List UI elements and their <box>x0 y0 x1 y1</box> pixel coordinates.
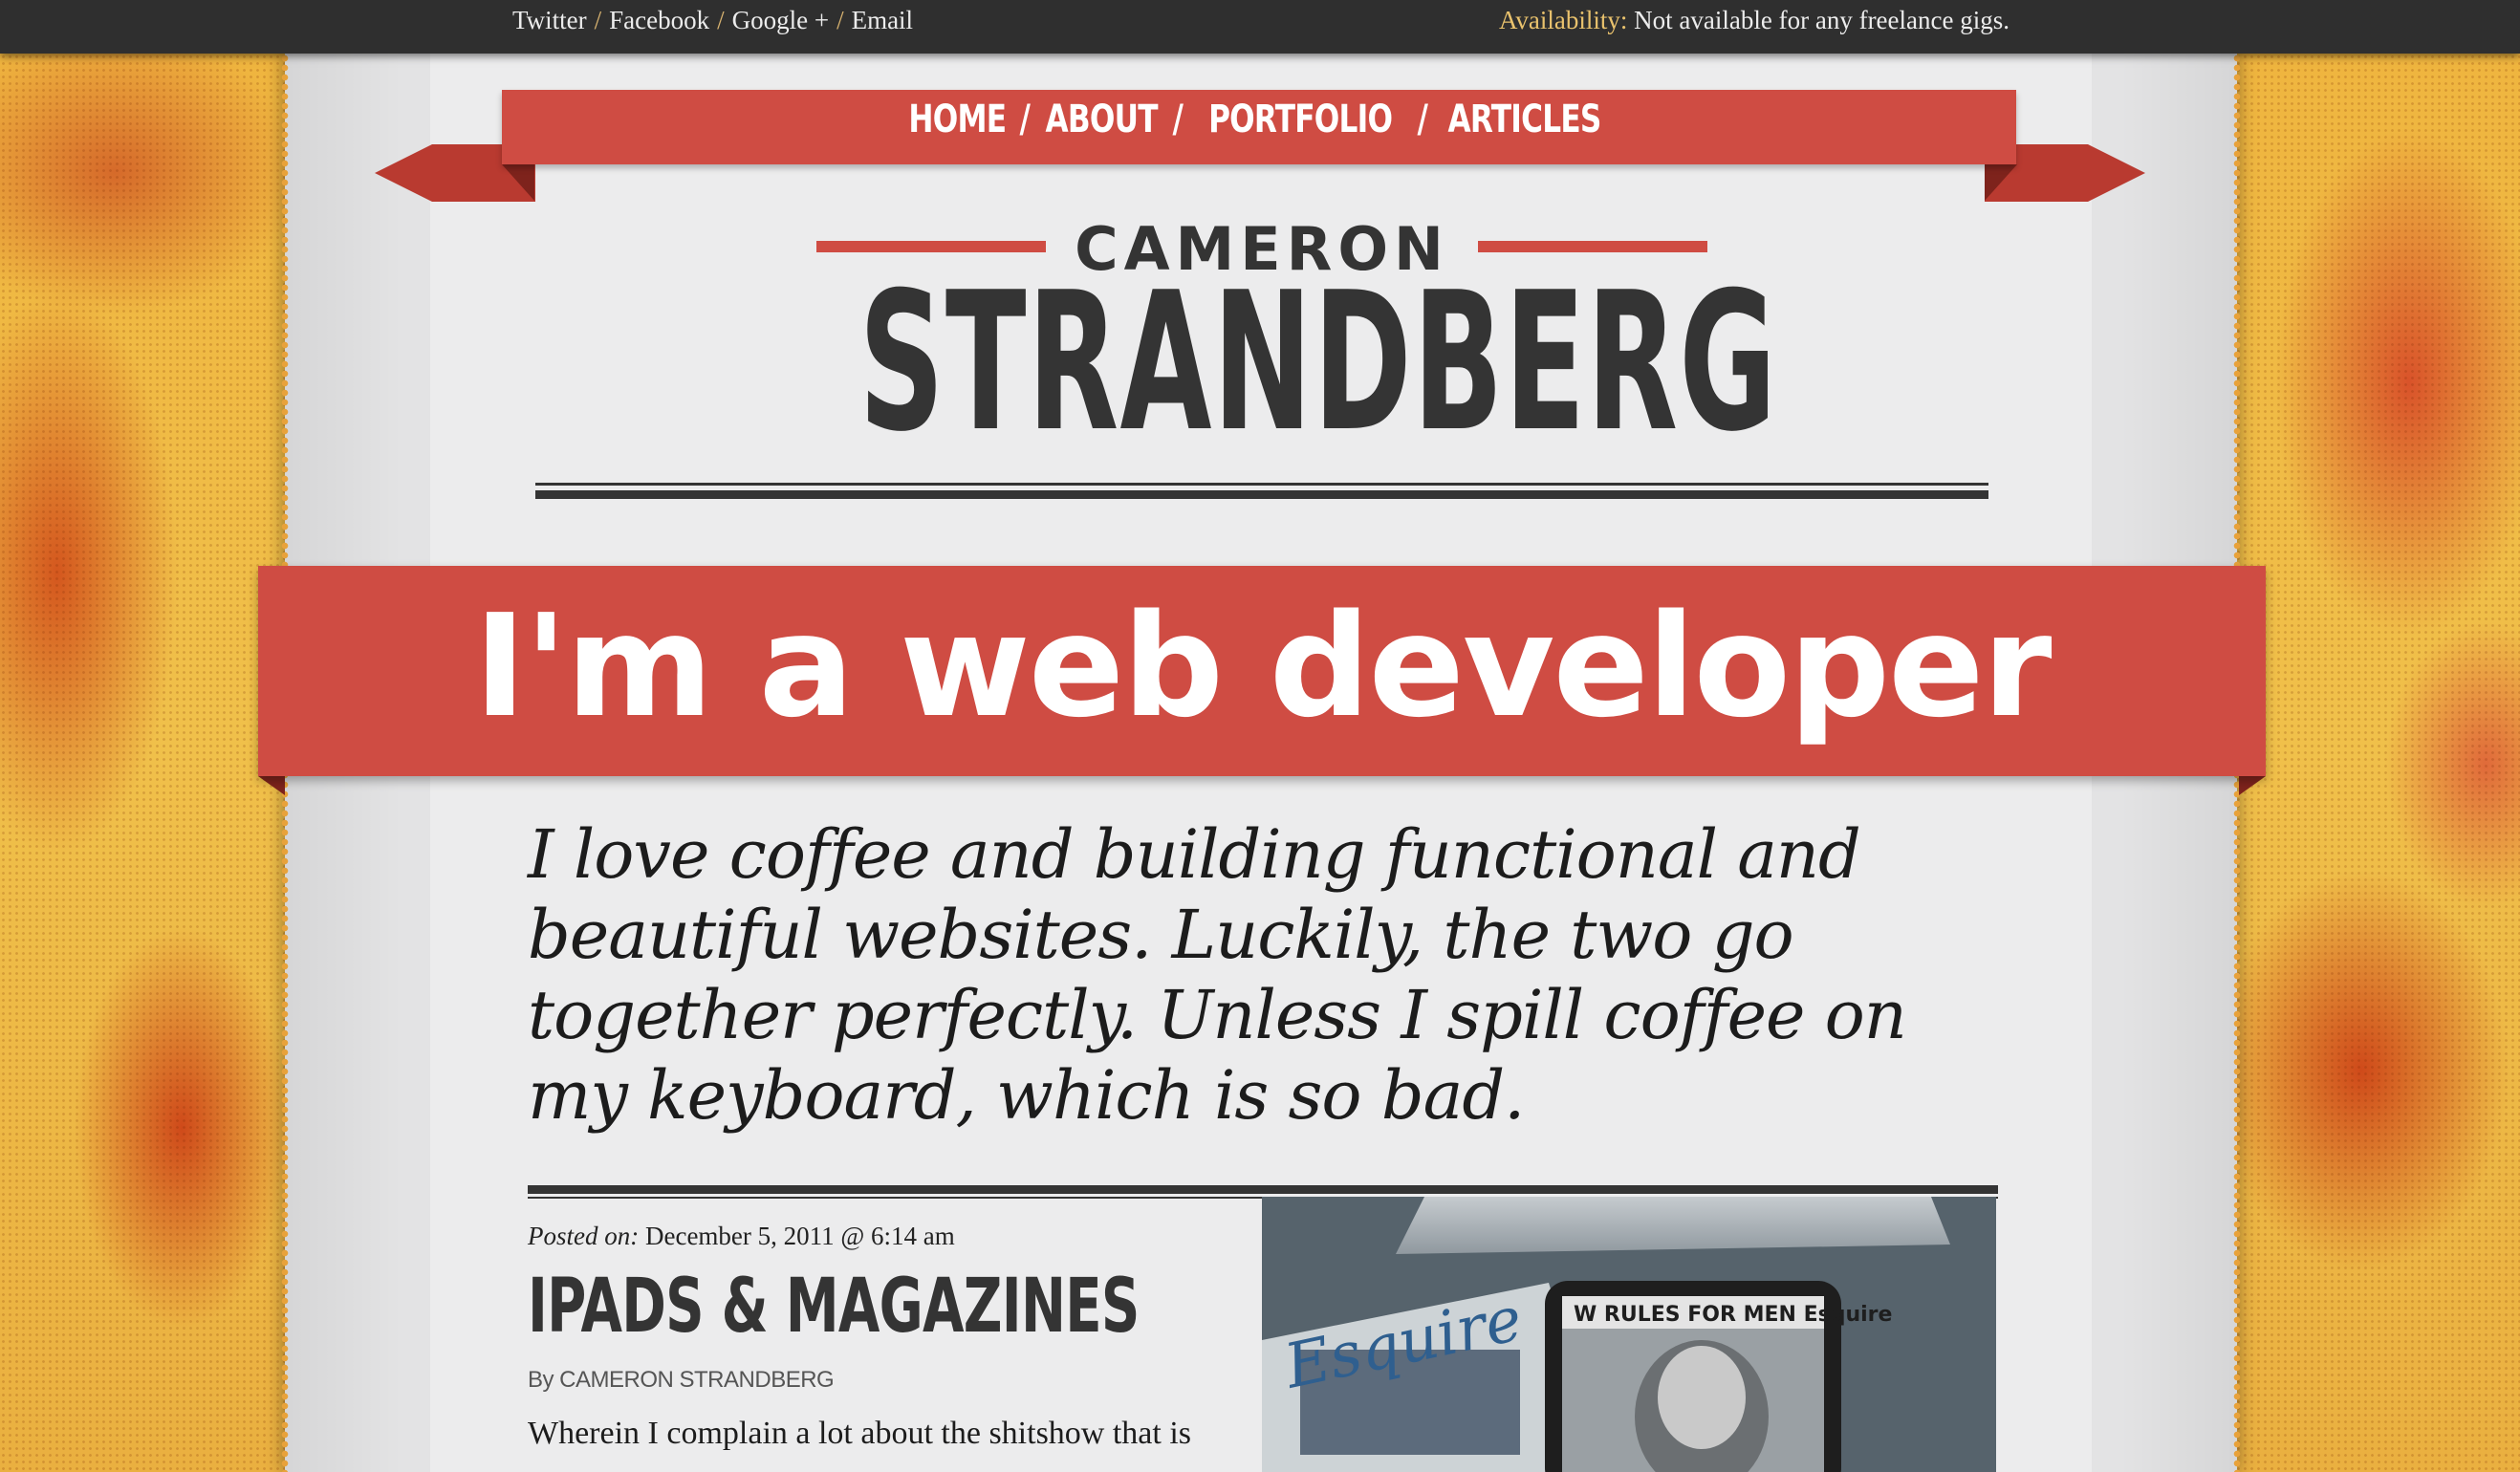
separator: / <box>717 6 725 34</box>
post-image-ipad-magazines[interactable]: Esquire W RULES FOR MEN Esquire <box>1262 1197 1996 1472</box>
headline-banner: I'm a web developer <box>258 566 2266 776</box>
nav-home[interactable]: HOME <box>909 97 1008 141</box>
post-excerpt: Wherein I complain a lot about the shits… <box>528 1416 1192 1451</box>
post-meta: Posted on: December 5, 2011 @ 6:14 am <box>528 1222 955 1251</box>
logo-last-name[interactable]: STRANDBERG <box>858 268 1776 459</box>
top-bar: Twitter / Facebook / Google + / Email Availabi… <box>0 0 2520 54</box>
header-rule-thick <box>535 490 1988 499</box>
google-plus-link[interactable]: Google + <box>732 6 829 34</box>
nav-separator: / <box>1019 97 1031 141</box>
image-magazine-title-right: W RULES FOR MEN Esquire <box>1574 1303 1892 1327</box>
headline-text: I'm a web developer <box>473 584 2053 748</box>
post-title[interactable]: IPADS & MAGAZINES <box>528 1264 1140 1350</box>
email-link[interactable]: Email <box>852 6 913 34</box>
twitter-link[interactable]: Twitter <box>512 6 587 34</box>
availability-label: Availability: <box>1498 6 1628 34</box>
nav-articles[interactable]: ARTICLES <box>1448 97 1602 141</box>
nav-separator: / <box>1172 97 1184 141</box>
facebook-link[interactable]: Facebook <box>609 6 709 34</box>
social-links: Twitter / Facebook / Google + / Email <box>512 6 913 35</box>
nav-separator: / <box>1417 97 1427 141</box>
post-image-illustration: Esquire W RULES FOR MEN Esquire <box>1262 1197 1996 1472</box>
posted-label: Posted on: <box>528 1222 640 1250</box>
header-rule-thin <box>535 483 1988 486</box>
availability-text: Not available for any freelance gigs. <box>1634 6 2009 34</box>
nav-about[interactable]: ABOUT <box>1045 97 1158 141</box>
intro-paragraph: I love coffee and building functional an… <box>528 815 1907 1135</box>
separator: / <box>836 6 844 34</box>
main-nav: HOME / ABOUT / PORTFOLIO / ARTICLES <box>502 90 2016 164</box>
section-rule <box>528 1185 1998 1194</box>
post-author: By CAMERON STRANDBERG <box>528 1367 835 1393</box>
availability-status: Availability: Not available for any free… <box>1499 6 2009 35</box>
nav-portfolio[interactable]: PORTFOLIO <box>1208 97 1393 141</box>
separator: / <box>594 6 602 34</box>
posted-date: December 5, 2011 @ 6:14 am <box>644 1222 955 1250</box>
